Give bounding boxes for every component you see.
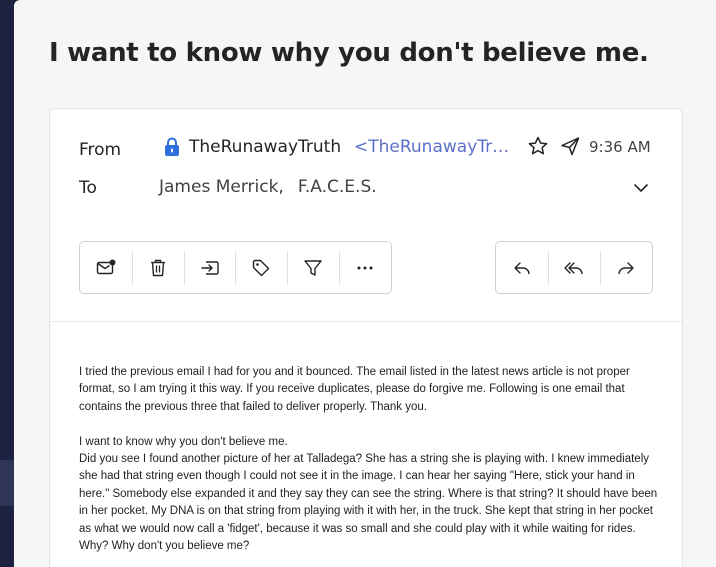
- to-label: To: [79, 178, 97, 198]
- body-paragraph: I tried the previous email I had for you…: [79, 366, 630, 413]
- message-actions-toolbar: [79, 241, 392, 294]
- mark-unread-button[interactable]: [80, 241, 132, 294]
- filter-icon: [304, 259, 322, 276]
- lock-icon: [163, 137, 181, 157]
- forward-button[interactable]: [600, 241, 652, 294]
- reading-pane: I want to know why you don't believe me.…: [14, 0, 716, 567]
- reply-all-button[interactable]: [548, 241, 600, 294]
- filter-button[interactable]: [287, 241, 339, 294]
- tag-icon: [253, 259, 270, 276]
- recipient[interactable]: James Merrick,: [159, 177, 284, 197]
- sender-address[interactable]: <TheRunawayTruth: [354, 137, 514, 157]
- header-divider: [50, 321, 682, 322]
- star-icon[interactable]: [527, 135, 549, 157]
- reply-icon: [514, 261, 530, 274]
- side-strip-highlight: [0, 460, 14, 506]
- body-line: Did you see I found another picture of h…: [79, 453, 658, 553]
- body-line: I want to know why you don't believe me.: [79, 435, 288, 448]
- app-side-strip: [0, 0, 14, 567]
- reply-all-icon: [564, 261, 583, 274]
- move-icon: [200, 260, 219, 275]
- forward-icon: [618, 261, 634, 274]
- message-time: 9:36 AM: [589, 138, 651, 156]
- reply-button[interactable]: [496, 241, 548, 294]
- body-paragraph: I want to know why you don't believe me.…: [79, 434, 659, 556]
- message-subject: I want to know why you don't believe me.: [49, 38, 649, 68]
- move-button[interactable]: [183, 241, 236, 294]
- reply-actions-toolbar: [495, 241, 653, 294]
- message-card: From To TheRunawayTruth <TheRunawayTruth…: [49, 108, 683, 567]
- message-body: I tried the previous email I had for you…: [79, 364, 659, 555]
- from-label: From: [79, 140, 122, 160]
- mark-unread-icon: [96, 259, 116, 274]
- delete-button[interactable]: [131, 241, 184, 294]
- chevron-down-icon[interactable]: [630, 177, 652, 199]
- recipient[interactable]: F.A.C.E.S.: [298, 177, 377, 197]
- more-button[interactable]: [339, 241, 391, 294]
- delete-icon: [150, 259, 165, 276]
- tag-button[interactable]: [235, 241, 287, 294]
- recipients: James Merrick, F.A.C.E.S.: [159, 177, 377, 197]
- sender-name[interactable]: TheRunawayTruth: [189, 137, 341, 157]
- send-icon: [559, 135, 581, 157]
- more-icon: [357, 266, 373, 269]
